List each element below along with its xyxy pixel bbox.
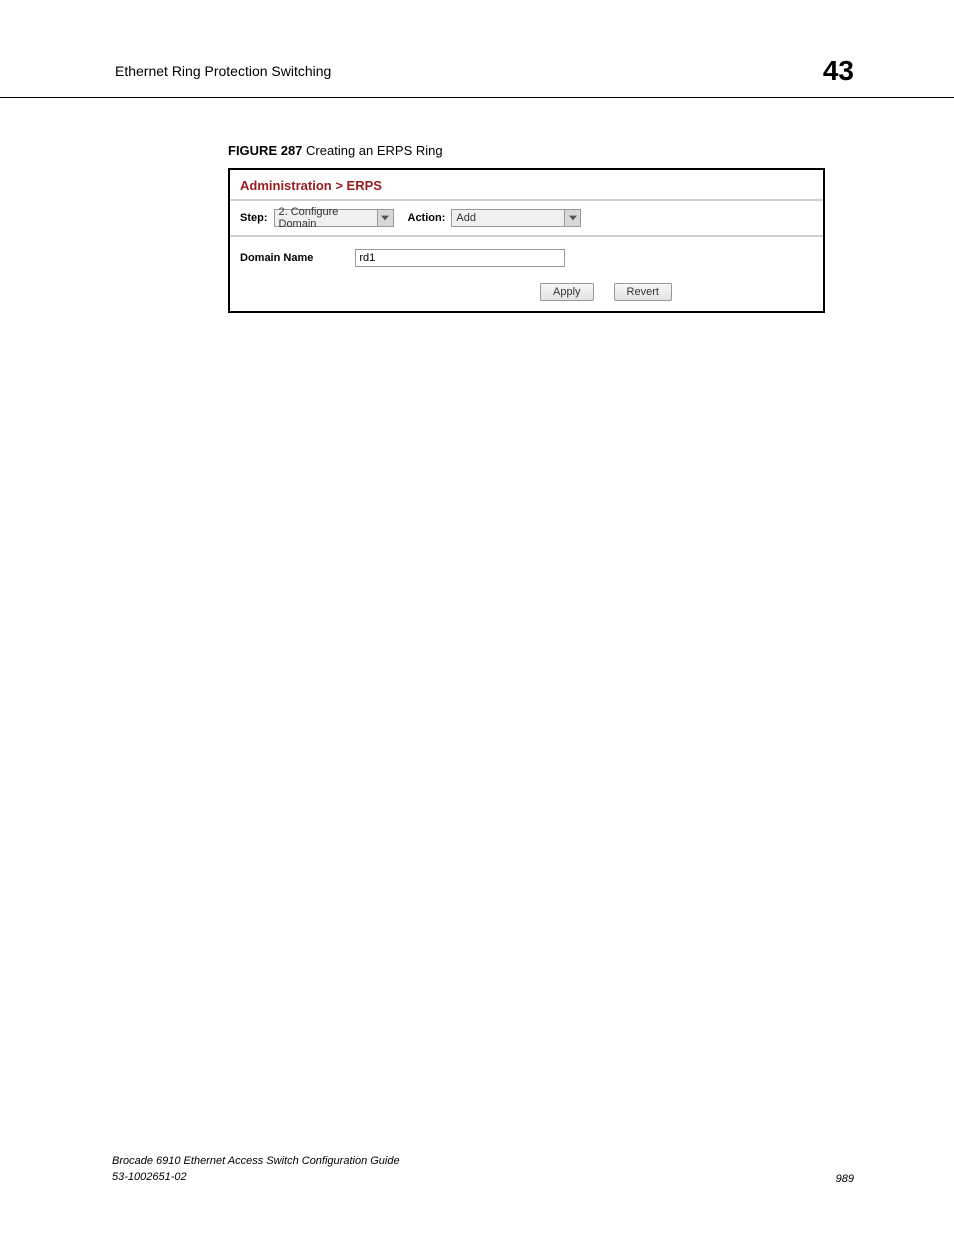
action-dropdown[interactable]: Add bbox=[451, 209, 581, 227]
button-row: Apply Revert bbox=[230, 275, 823, 311]
step-dropdown-value: 2. Configure Domain bbox=[275, 206, 377, 230]
figure-title: Creating an ERPS Ring bbox=[306, 143, 443, 158]
chevron-down-icon bbox=[377, 210, 393, 226]
revert-button[interactable]: Revert bbox=[614, 283, 672, 301]
domain-name-label: Domain Name bbox=[240, 252, 313, 264]
section-title: Ethernet Ring Protection Switching bbox=[115, 63, 331, 79]
chevron-down-icon bbox=[564, 210, 580, 226]
domain-name-input[interactable] bbox=[355, 249, 565, 267]
action-dropdown-value: Add bbox=[452, 212, 564, 224]
erps-config-panel: Administration > ERPS Step: 2. Configure… bbox=[228, 168, 825, 313]
step-label: Step: bbox=[240, 212, 268, 224]
footer-left: Brocade 6910 Ethernet Access Switch Conf… bbox=[112, 1154, 400, 1185]
figure-caption: FIGURE 287 Creating an ERPS Ring bbox=[228, 143, 954, 158]
page-header: Ethernet Ring Protection Switching 43 bbox=[0, 0, 954, 98]
action-label: Action: bbox=[408, 212, 446, 224]
domain-name-row: Domain Name bbox=[230, 237, 823, 275]
step-dropdown[interactable]: 2. Configure Domain bbox=[274, 209, 394, 227]
figure-label: FIGURE 287 bbox=[228, 143, 302, 158]
footer-doc-number: 53-1002651-02 bbox=[112, 1170, 400, 1185]
step-action-row: Step: 2. Configure Domain Action: Add bbox=[230, 201, 823, 237]
chapter-number: 43 bbox=[823, 55, 854, 87]
page-number: 989 bbox=[836, 1173, 854, 1185]
breadcrumb: Administration > ERPS bbox=[230, 170, 823, 201]
footer-guide-title: Brocade 6910 Ethernet Access Switch Conf… bbox=[112, 1154, 400, 1169]
page-footer: Brocade 6910 Ethernet Access Switch Conf… bbox=[112, 1154, 854, 1185]
apply-button[interactable]: Apply bbox=[540, 283, 594, 301]
